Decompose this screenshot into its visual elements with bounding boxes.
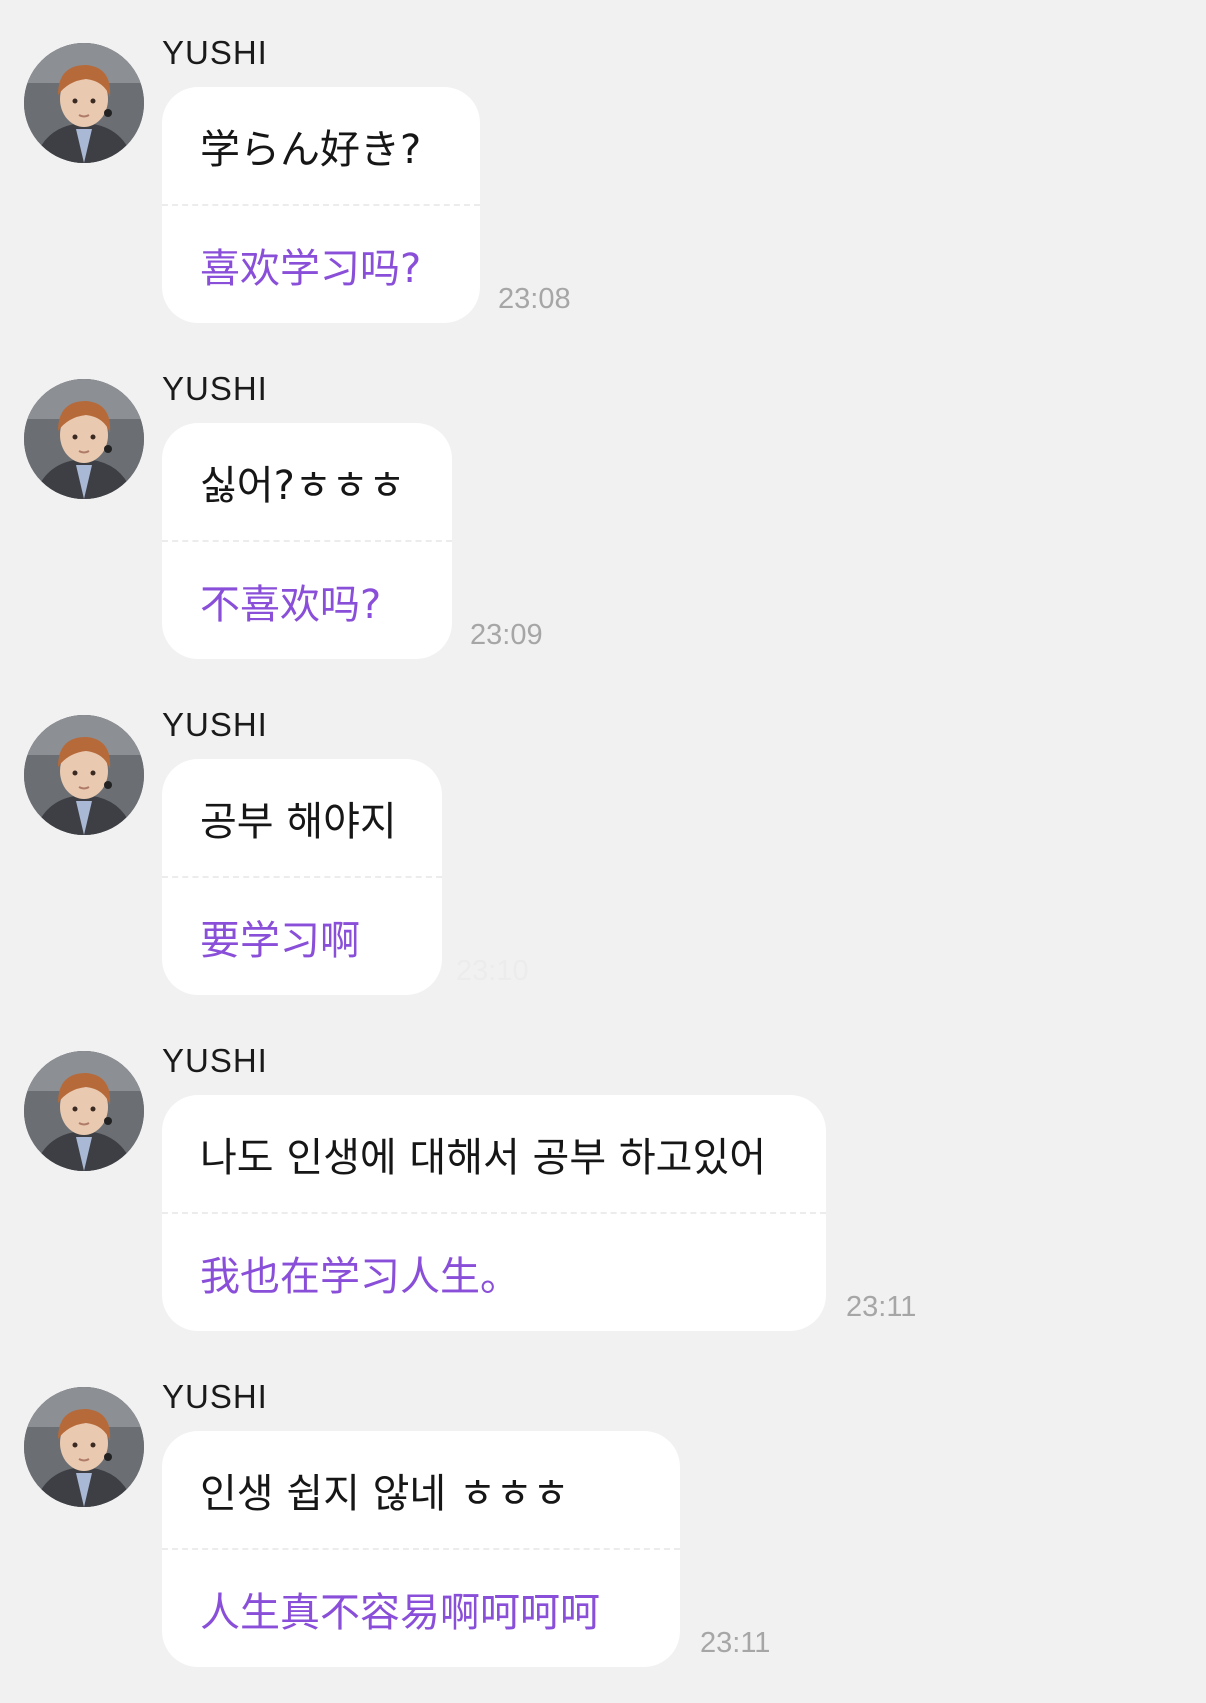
avatar[interactable]	[24, 43, 144, 163]
chat-thread: YUSHI 学らん好き? 喜欢学习吗? 23:08 YUSHI 싫어?ㅎㅎㅎ 不…	[0, 0, 1206, 1703]
translation-text: 我也在学习人生。	[200, 1253, 520, 1300]
message-time: 23:10	[456, 955, 529, 987]
sender-name: YUSHI	[162, 706, 268, 743]
avatar-photo-icon	[24, 1387, 144, 1507]
message-time: 23:09	[470, 619, 543, 651]
message-bubble[interactable]: 学らん好き? 喜欢学习吗?	[162, 87, 480, 323]
original-text: 공부 해야지	[200, 798, 397, 845]
original-text: 싫어?ㅎㅎㅎ	[200, 462, 406, 509]
translation-text: 要学习啊	[200, 917, 360, 964]
message-time: 23:11	[700, 1627, 771, 1659]
message-row: YUSHI 공부 해야지 要学习啊 23:10	[0, 672, 1206, 995]
message-row: YUSHI 나도 인생에 대해서 공부 하고있어 我也在学习人生。 23:11	[0, 1008, 1206, 1331]
message-bubble[interactable]: 싫어?ㅎㅎㅎ 不喜欢吗?	[162, 423, 452, 659]
sender-name: YUSHI	[162, 370, 268, 407]
message-bubble[interactable]: 인생 쉽지 않네 ㅎㅎㅎ 人生真不容易啊呵呵呵	[162, 1431, 680, 1667]
avatar[interactable]	[24, 1051, 144, 1171]
translation-text: 喜欢学习吗?	[200, 245, 422, 292]
avatar[interactable]	[24, 379, 144, 499]
original-text: 인생 쉽지 않네 ㅎㅎㅎ	[200, 1470, 570, 1517]
message-bubble[interactable]: 공부 해야지 要学习啊	[162, 759, 442, 995]
original-text: 学らん好き?	[200, 126, 422, 173]
message-bubble[interactable]: 나도 인생에 대해서 공부 하고있어 我也在学习人生。	[162, 1095, 826, 1331]
avatar-photo-icon	[24, 715, 144, 835]
translation-text: 人生真不容易啊呵呵呵	[200, 1589, 600, 1636]
avatar-photo-icon	[24, 43, 144, 163]
sender-name: YUSHI	[162, 34, 268, 71]
avatar-photo-icon	[24, 379, 144, 499]
original-text: 나도 인생에 대해서 공부 하고있어	[200, 1134, 767, 1181]
message-row: YUSHI 学らん好き? 喜欢学习吗? 23:08	[0, 0, 1206, 323]
avatar[interactable]	[24, 1387, 144, 1507]
sender-name: YUSHI	[162, 1378, 268, 1415]
message-time: 23:11	[846, 1291, 917, 1323]
translation-text: 不喜欢吗?	[200, 581, 382, 628]
message-time: 23:08	[498, 283, 571, 315]
avatar-photo-icon	[24, 1051, 144, 1171]
message-row: YUSHI 싫어?ㅎㅎㅎ 不喜欢吗? 23:09	[0, 336, 1206, 659]
avatar[interactable]	[24, 715, 144, 835]
sender-name: YUSHI	[162, 1042, 268, 1079]
message-row: YUSHI 인생 쉽지 않네 ㅎㅎㅎ 人生真不容易啊呵呵呵 23:11	[0, 1344, 1206, 1667]
